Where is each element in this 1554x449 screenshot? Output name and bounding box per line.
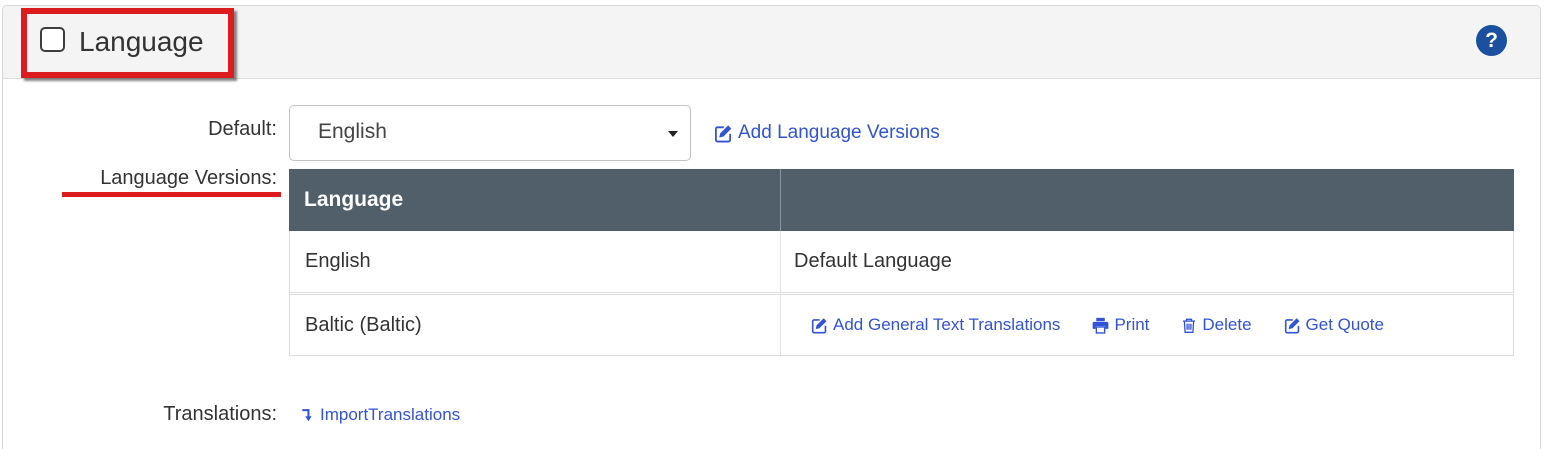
chevron-down-icon (668, 131, 678, 137)
language-cell: Baltic (Baltic) (290, 295, 781, 355)
delete-label: Delete (1202, 315, 1251, 335)
language-versions-label: Language Versions: (3, 167, 277, 190)
default-language-select-value: English (318, 120, 387, 144)
translations-label: Translations: (3, 403, 277, 426)
edit-icon (811, 317, 828, 334)
page: Language ? Default: English Add Language… (0, 0, 1554, 449)
default-language-select[interactable]: English (289, 105, 691, 161)
actions-cell: Add General Text Translations Print (781, 295, 1513, 355)
table-row: Baltic (Baltic) Add General Text Transla… (289, 294, 1514, 356)
edit-icon (714, 124, 733, 143)
add-language-versions-label: Add Language Versions (738, 122, 940, 144)
level-down-icon (300, 407, 315, 423)
add-general-text-translations-label: Add General Text Translations (833, 315, 1060, 335)
language-settings-panel: Language ? Default: English Add Language… (2, 5, 1541, 449)
print-icon (1092, 317, 1109, 334)
print-link[interactable]: Print (1092, 315, 1149, 335)
table-row: English Default Language (289, 231, 1514, 293)
panel-title: Language (79, 26, 204, 58)
note-cell: Default Language (781, 231, 1513, 292)
get-quote-link[interactable]: Get Quote (1284, 315, 1384, 335)
table-header-row: Language (289, 169, 1514, 231)
language-cell: English (290, 231, 781, 292)
trash-icon (1181, 317, 1197, 334)
panel-header: Language ? (3, 6, 1540, 79)
import-translations-link[interactable]: ImportTranslations (300, 405, 460, 425)
add-general-text-translations-link[interactable]: Add General Text Translations (811, 315, 1060, 335)
delete-link[interactable]: Delete (1181, 315, 1251, 335)
table-header-actions (781, 169, 1514, 231)
red-annotation-underline (62, 192, 281, 197)
language-section-checkbox[interactable] (40, 27, 65, 52)
import-translations-label: ImportTranslations (320, 405, 460, 425)
edit-icon (1284, 317, 1301, 334)
print-label: Print (1114, 315, 1149, 335)
add-language-versions-link[interactable]: Add Language Versions (714, 122, 940, 144)
help-icon[interactable]: ? (1476, 25, 1507, 56)
table-header-language: Language (289, 169, 781, 231)
get-quote-label: Get Quote (1306, 315, 1384, 335)
language-versions-table: Language English Default Language Baltic… (289, 169, 1514, 356)
default-label: Default: (3, 118, 277, 141)
